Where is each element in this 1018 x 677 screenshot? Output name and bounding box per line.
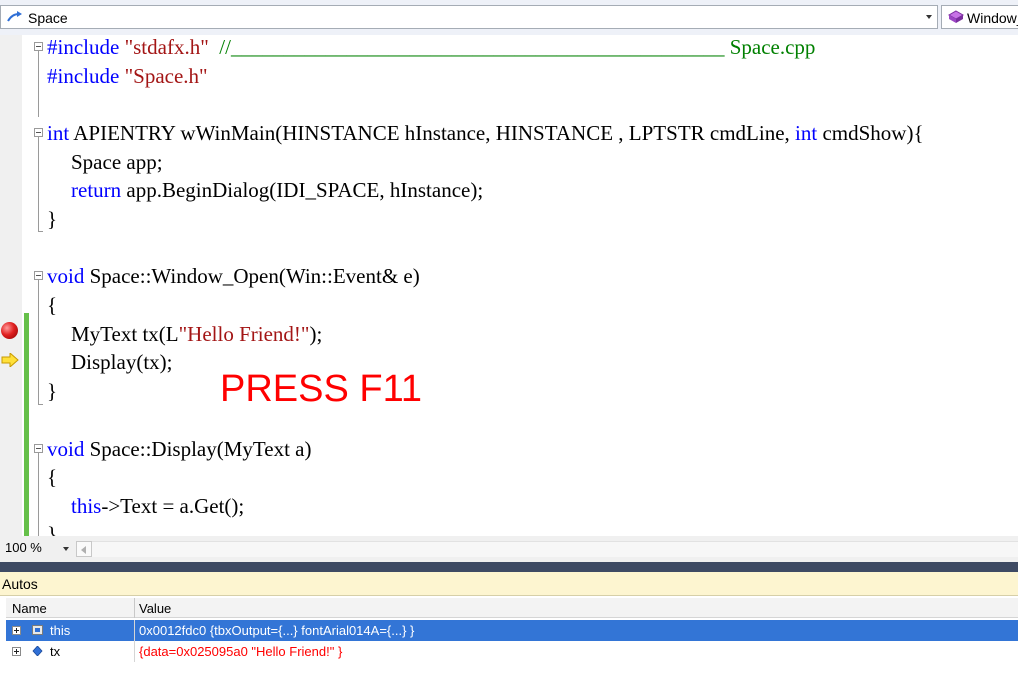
outline-guide (38, 137, 39, 231)
code-token: cmdShow){ (817, 121, 924, 145)
outline-guide (38, 51, 39, 117)
code-token: "Space.h" (124, 64, 208, 88)
code-token: void (47, 437, 85, 461)
code-token: #include (47, 64, 125, 88)
collapse-icon[interactable] (34, 444, 43, 453)
column-divider (134, 620, 135, 641)
chevron-down-icon[interactable] (922, 6, 937, 28)
panel-splitter[interactable] (0, 562, 1018, 572)
local-variable-icon (32, 646, 43, 656)
editor-status-strip: 100 % (0, 536, 1018, 562)
type-combo-label: Space (28, 10, 68, 26)
code-token: Space::Window_Open(Win::Event& e) (84, 264, 420, 288)
autos-row-tx[interactable]: tx {data=0x025095a0 "Hello Friend!" } (6, 641, 1018, 662)
variable-value[interactable]: 0x0012fdc0 {tbxOutput={...} fontArial014… (139, 623, 414, 638)
code-line: } (47, 522, 57, 536)
code-line: void Space::Window_Open(Win::Event& e) (47, 264, 420, 289)
method-icon (948, 10, 964, 23)
change-tracking-bar (24, 313, 29, 536)
current-statement-arrow-icon (1, 353, 19, 367)
autos-column-header: Name Value (6, 598, 1018, 618)
autos-grid: Name Value this 0x0012fdc0 {tbxOutput={.… (0, 596, 1018, 677)
code-line: MyText tx(L"Hello Friend!"); (71, 322, 322, 347)
member-combo-label: Window_ (967, 10, 1018, 26)
collapse-icon[interactable] (34, 128, 43, 137)
collapse-icon[interactable] (34, 271, 43, 280)
code-line: void Space::Display(MyText a) (47, 437, 311, 462)
autos-title: Autos (2, 576, 38, 592)
autos-window-header: Autos (0, 572, 1018, 596)
code-token: ); (309, 322, 323, 346)
horizontal-scrollbar[interactable] (92, 541, 1018, 557)
class-arrow-icon (7, 11, 22, 22)
code-token: return (71, 178, 122, 202)
code-token: //______________________________________… (219, 35, 816, 59)
variable-value[interactable]: {data=0x025095a0 "Hello Friend!" } (139, 644, 342, 659)
code-token: void (47, 264, 85, 288)
class-member-icon (32, 625, 43, 635)
code-token: MyText tx(L (71, 322, 179, 346)
code-editor[interactable]: #include "stdafx.h" //__________________… (0, 35, 1018, 536)
variable-name: this (50, 623, 71, 638)
code-line: #include "stdafx.h" //__________________… (47, 35, 815, 60)
code-token: "Hello Friend!" (178, 322, 310, 346)
code-token: { (47, 465, 58, 489)
column-header-name[interactable]: Name (12, 601, 47, 616)
outline-guide (38, 404, 43, 405)
code-token: { (47, 293, 58, 317)
variable-name: tx (50, 644, 61, 659)
chevron-down-icon[interactable] (60, 541, 72, 555)
breakpoint-icon[interactable] (1, 322, 18, 339)
code-line: Display(tx); (71, 350, 172, 375)
code-token: ->Text = a.Get(); (101, 494, 245, 518)
code-line: int APIENTRY wWinMain(HINSTANCE hInstanc… (47, 121, 924, 146)
outline-guide (38, 453, 39, 536)
column-header-value[interactable]: Value (139, 601, 171, 616)
code-token: APIENTRY wWinMain(HINSTANCE hInstance, H… (69, 121, 796, 145)
code-token: } (47, 379, 58, 403)
code-line: #include "Space.h" (47, 64, 208, 89)
code-line: this->Text = a.Get(); (71, 494, 244, 519)
code-token: "stdafx.h" (124, 35, 209, 59)
autos-row-this[interactable]: this 0x0012fdc0 {tbxOutput={...} fontAri… (6, 620, 1018, 641)
code-token: int (795, 121, 818, 145)
code-token: this (71, 494, 102, 518)
zoom-level[interactable]: 100 % (5, 540, 42, 555)
code-line: } (47, 207, 57, 232)
code-line: } (47, 379, 57, 404)
code-token: int (47, 121, 70, 145)
outline-guide (38, 231, 43, 232)
code-line: Space app; (71, 150, 163, 175)
code-token: } (47, 522, 58, 536)
outline-guide (38, 280, 39, 404)
type-combo[interactable]: Space (0, 5, 938, 29)
press-f11-annotation: PRESS F11 (220, 368, 423, 410)
navigation-bar: Space Window_ (0, 0, 1018, 35)
code-line: return app.BeginDialog(IDI_SPACE, hInsta… (71, 178, 483, 203)
member-combo[interactable]: Window_ (941, 5, 1018, 29)
code-token: Display(tx); (71, 350, 173, 374)
column-divider[interactable] (134, 598, 135, 618)
code-token: Space app; (71, 150, 163, 174)
expand-icon[interactable] (12, 626, 21, 635)
collapse-icon[interactable] (34, 42, 43, 51)
indicator-margin[interactable] (0, 35, 22, 536)
code-line: { (47, 465, 57, 490)
expand-icon[interactable] (12, 647, 21, 656)
code-line: { (47, 293, 57, 318)
code-token: Space::Display(MyText a) (84, 437, 312, 461)
scroll-left-icon[interactable] (76, 541, 92, 557)
code-token: #include (47, 35, 125, 59)
column-divider (134, 641, 135, 662)
code-token: } (47, 207, 58, 231)
code-token: app.BeginDialog(IDI_SPACE, hInstance); (121, 178, 484, 202)
